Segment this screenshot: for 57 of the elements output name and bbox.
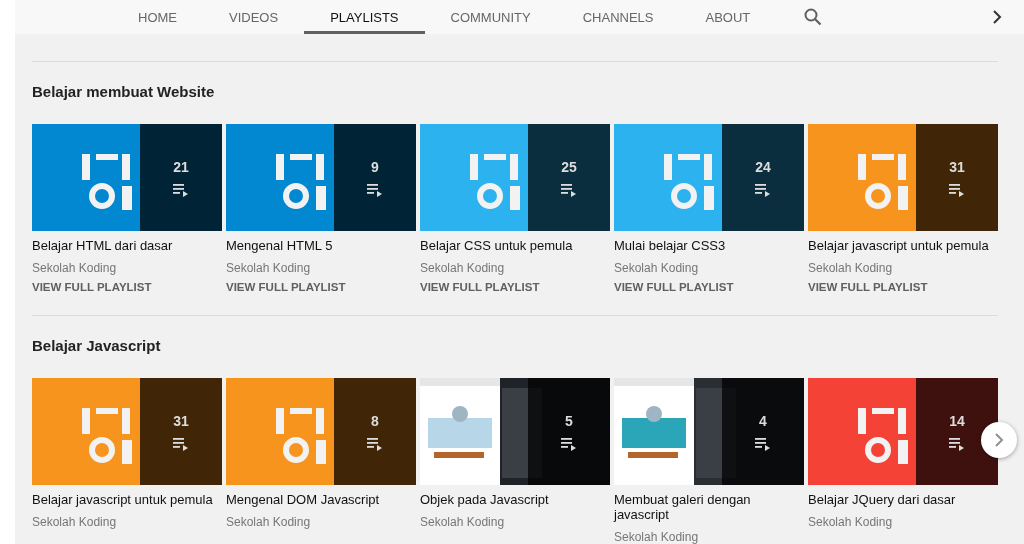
video-count: 14 xyxy=(949,412,965,429)
view-playlist-link[interactable]: VIEW FULL PLAYLIST xyxy=(32,281,152,293)
playlist-title[interactable]: Belajar JQuery dari dasar xyxy=(808,492,956,507)
tab[interactable]: CHANNELS xyxy=(556,0,680,34)
view-playlist-link[interactable]: VIEW FULL PLAYLIST xyxy=(808,281,928,293)
video-count: 31 xyxy=(173,412,189,429)
channel-name[interactable]: Sekolah Koding xyxy=(420,261,505,275)
playlist-icon xyxy=(173,182,189,197)
channel-name[interactable]: Sekolah Koding xyxy=(420,515,505,529)
video-count: 4 xyxy=(759,412,767,429)
playlist-title[interactable]: Belajar CSS untuk pemula xyxy=(420,238,573,253)
view-playlist-link[interactable]: VIEW FULL PLAYLIST xyxy=(614,281,734,293)
channel-name[interactable]: Sekolah Koding xyxy=(226,261,311,275)
section-title: Belajar Javascript xyxy=(32,336,162,356)
tab[interactable]: COMMUNITY xyxy=(424,0,557,34)
playlist-icon xyxy=(949,436,965,451)
section-title: Belajar membuat Website xyxy=(32,82,216,102)
playlist-title[interactable]: Belajar javascript untuk pemula xyxy=(808,238,989,253)
channel-name[interactable]: Sekolah Koding xyxy=(226,515,311,529)
playlist-icon xyxy=(367,436,383,451)
playlist-title[interactable]: Membuat galeri dengan javascript xyxy=(614,492,799,522)
tab[interactable]: VIDEOS xyxy=(203,0,305,34)
playlist-title[interactable]: Mulai belajar CSS3 xyxy=(614,238,726,253)
video-count: 8 xyxy=(371,412,379,429)
search-icon[interactable] xyxy=(804,8,823,26)
channel-name[interactable]: Sekolah Koding xyxy=(808,515,893,529)
channel-name[interactable]: Sekolah Koding xyxy=(32,515,117,529)
video-count: 24 xyxy=(755,158,771,175)
playlist-icon xyxy=(949,182,965,197)
playlist-icon xyxy=(367,182,383,197)
chevron-right-icon[interactable] xyxy=(992,10,1002,24)
channel-name[interactable]: Sekolah Koding xyxy=(614,530,699,544)
playlist-title[interactable]: Mengenal DOM Javascript xyxy=(226,492,380,507)
channel-name[interactable]: Sekolah Koding xyxy=(808,261,893,275)
playlist-title[interactable]: Objek pada Javascript xyxy=(420,492,549,507)
video-count: 21 xyxy=(173,158,189,175)
playlist-icon xyxy=(561,182,577,197)
view-playlist-link[interactable]: VIEW FULL PLAYLIST xyxy=(226,281,346,293)
video-count: 9 xyxy=(371,158,379,175)
playlist-icon xyxy=(173,436,189,451)
view-playlist-link[interactable]: VIEW FULL PLAYLIST xyxy=(420,281,540,293)
channel-name[interactable]: Sekolah Koding xyxy=(32,261,117,275)
playlist-title[interactable]: Belajar HTML dari dasar xyxy=(32,238,173,253)
playlist-icon xyxy=(561,436,577,451)
playlist-icon xyxy=(755,436,771,451)
next-button[interactable] xyxy=(981,422,1017,458)
playlist-title[interactable]: Mengenal HTML 5 xyxy=(226,238,333,253)
tab[interactable]: HOME xyxy=(112,0,203,34)
video-count: 25 xyxy=(561,158,577,175)
channel-name[interactable]: Sekolah Koding xyxy=(614,261,699,275)
playlist-icon xyxy=(755,182,771,197)
chevron-right-icon xyxy=(994,433,1004,447)
playlist-title[interactable]: Belajar javascript untuk pemula xyxy=(32,492,213,507)
tab[interactable]: PLAYLISTS xyxy=(304,0,425,34)
video-count: 5 xyxy=(565,412,573,429)
tab[interactable]: ABOUT xyxy=(679,0,777,34)
video-count: 31 xyxy=(949,158,965,175)
